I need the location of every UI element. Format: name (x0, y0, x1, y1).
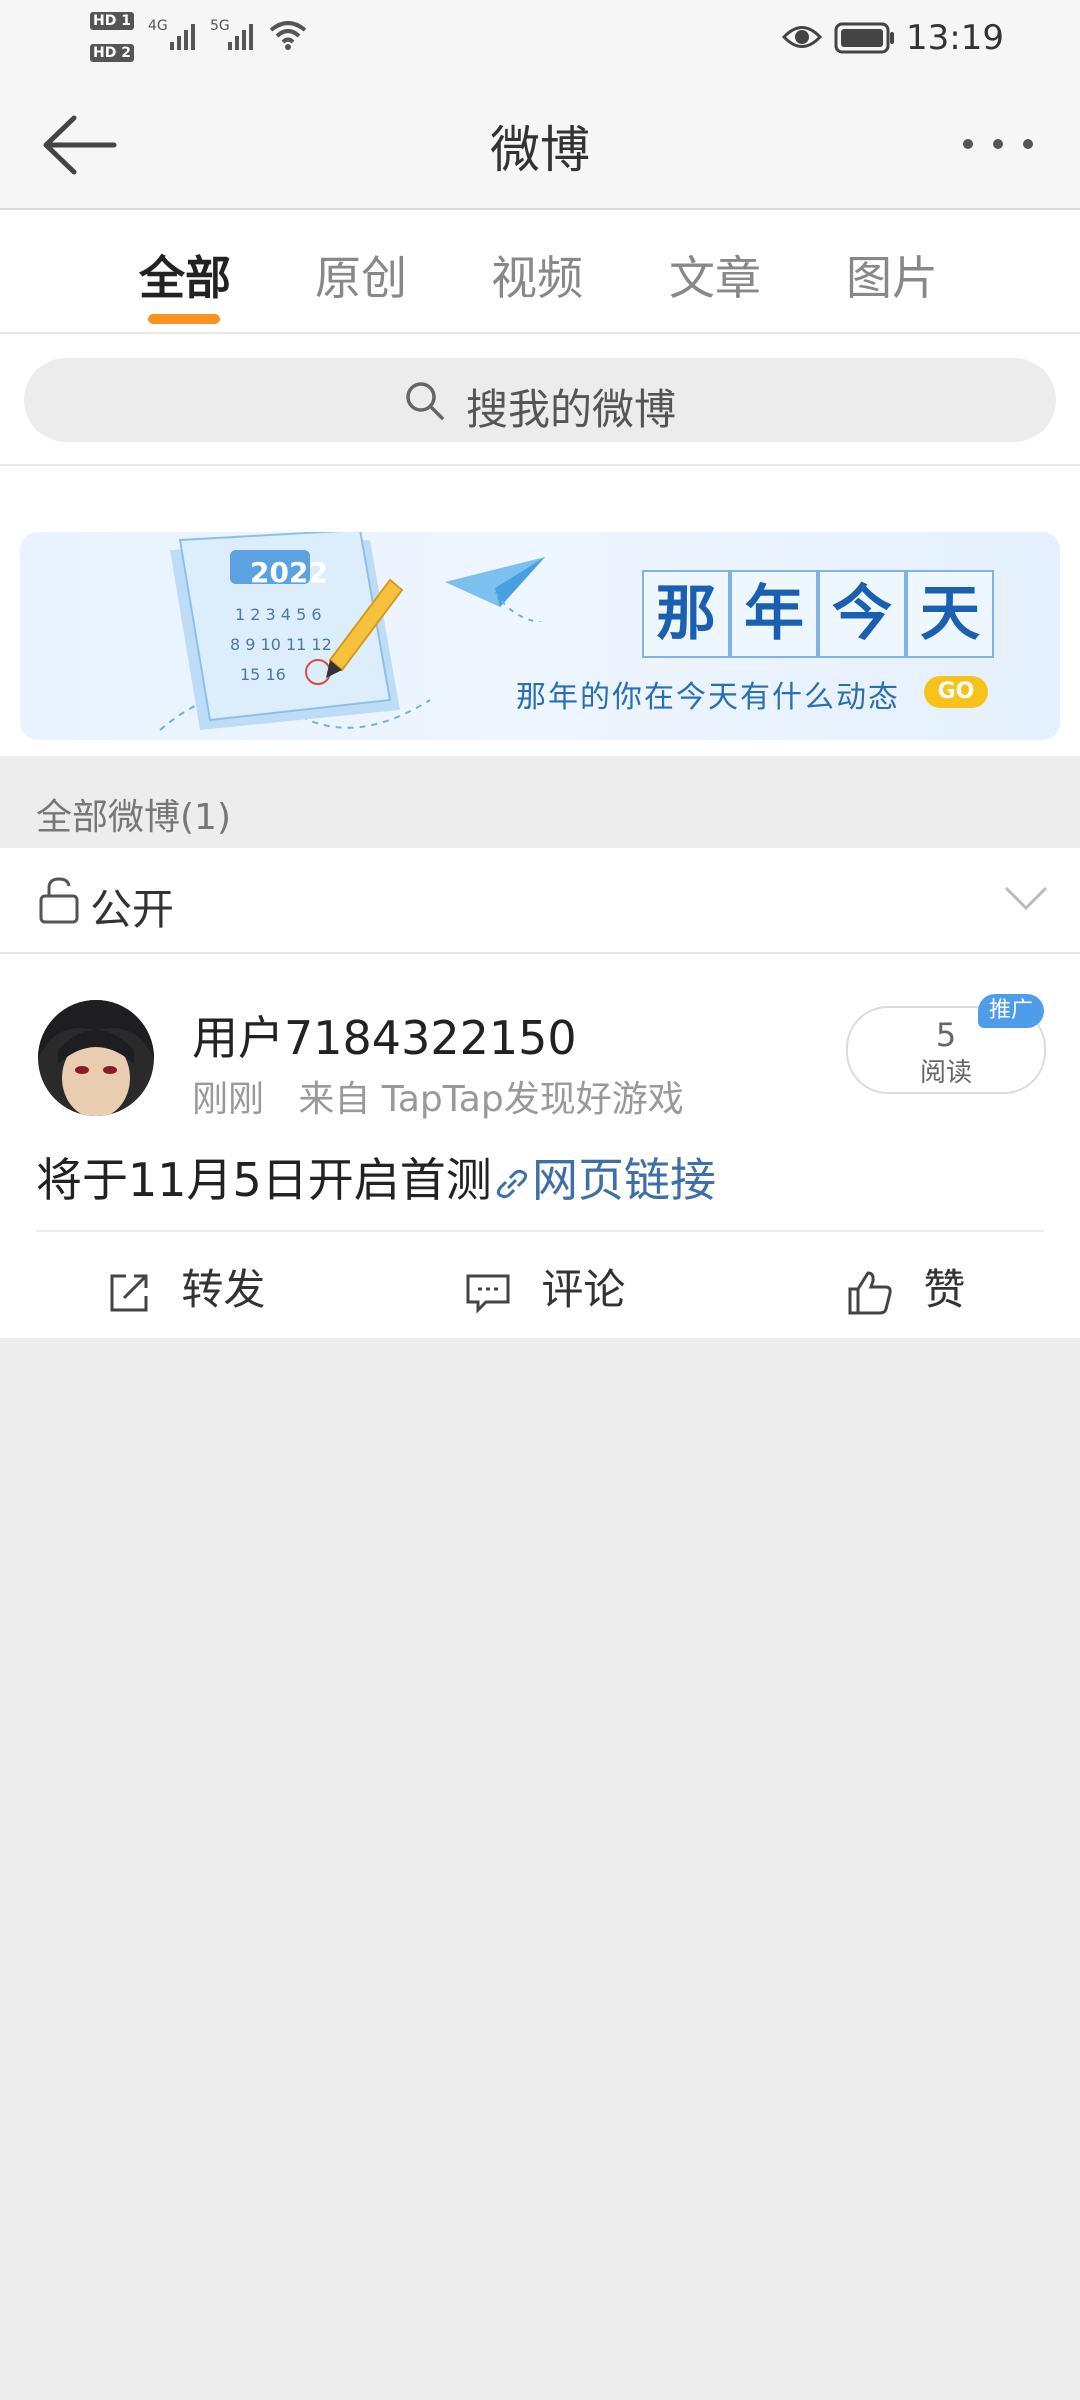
promote-badge[interactable]: 推广 (978, 994, 1044, 1028)
comment-icon (466, 1274, 510, 1314)
thumbs-up-icon (848, 1270, 892, 1314)
svg-text:8 9 10 11 12: 8 9 10 11 12 (230, 635, 332, 654)
banner-title-char: 那 (642, 570, 730, 658)
comment-button[interactable]: 评论 (464, 1256, 625, 1317)
top-nav-bar: 微博 (0, 80, 1080, 210)
banner-title-char: 年 (730, 570, 818, 658)
banner-year: 2022 (250, 556, 328, 589)
web-link[interactable]: 网页链接 (492, 1144, 716, 1210)
search-placeholder: 搜我的微博 (466, 385, 677, 434)
more-options-icon[interactable] (960, 134, 1036, 154)
search-icon (406, 382, 444, 420)
section-label: 全部微博(1) (36, 797, 231, 838)
tab-all[interactable]: 全部 (120, 242, 250, 308)
banner-section: 1 2 3 4 5 6 8 9 10 11 12 15 16 2022 那 年 … (0, 466, 1080, 756)
post-source[interactable]: 来自 TapTap发现好游戏 (298, 1079, 683, 1120)
sim1-indicator: HD 1 (90, 12, 134, 30)
like-button[interactable]: 赞 (846, 1256, 965, 1317)
signal-icon-2 (228, 24, 253, 50)
visibility-filter[interactable]: 公开 (0, 848, 1080, 954)
post-time: 刚刚 (192, 1079, 265, 1120)
link-icon (496, 1169, 528, 1198)
signal-icon (170, 24, 195, 50)
repost-button[interactable]: 转发 (106, 1256, 265, 1317)
eye-icon (782, 26, 822, 48)
avatar[interactable] (38, 1000, 154, 1116)
repost-label: 转发 (181, 1265, 266, 1314)
banner-title-char: 今 (818, 570, 906, 658)
banner-subtitle: 那年的你在今天有什么动态 (516, 680, 900, 715)
battery-icon (834, 22, 894, 54)
paper-plane-icon (445, 557, 545, 622)
clock: 13:19 (906, 18, 1004, 58)
read-label: 阅读 (919, 1058, 972, 1088)
chevron-down-icon (1004, 886, 1048, 911)
search-section: 搜我的微博 (0, 334, 1080, 466)
active-tab-indicator (148, 314, 220, 324)
on-this-day-banner[interactable]: 1 2 3 4 5 6 8 9 10 11 12 15 16 2022 那 年 … (20, 532, 1060, 740)
post-username[interactable]: 用户7184322150 (192, 1002, 577, 1068)
banner-go-button[interactable]: GO (924, 676, 988, 708)
post-text: 将于11月5日开启首测 (36, 1153, 492, 1207)
search-input[interactable]: 搜我的微博 (24, 358, 1056, 442)
unlock-icon (39, 877, 79, 924)
page-title: 微博 (490, 121, 590, 179)
wifi-icon (269, 21, 307, 50)
status-bar: HD 1 HD 2 4G 5G 13:19 (0, 0, 1080, 80)
banner-title-char: 天 (906, 570, 994, 658)
svg-text:1 2 3 4 5 6: 1 2 3 4 5 6 (235, 605, 322, 624)
svg-text:15 16: 15 16 (240, 665, 286, 684)
network-type-1: 4G (148, 18, 168, 34)
comment-label: 评论 (541, 1265, 626, 1314)
tab-original[interactable]: 原创 (296, 242, 426, 308)
repost-icon (110, 1274, 148, 1311)
visibility-label: 公开 (90, 885, 175, 934)
post-divider (36, 1230, 1044, 1232)
post-meta: 刚刚 来自 TapTap发现好游戏 (192, 1070, 684, 1122)
tab-article[interactable]: 文章 (650, 242, 780, 308)
web-link-label: 网页链接 (532, 1153, 716, 1207)
like-label: 赞 (923, 1265, 966, 1314)
tab-video[interactable]: 视频 (472, 242, 602, 308)
filter-tabs: 全部 原创 视频 文章 图片 (0, 210, 1080, 334)
weibo-post-card: 用户7184322150 刚刚 来自 TapTap发现好游戏 5 阅读 推广 将… (0, 954, 1080, 1338)
sim2-indicator: HD 2 (90, 44, 134, 62)
tab-picture[interactable]: 图片 (827, 242, 957, 308)
